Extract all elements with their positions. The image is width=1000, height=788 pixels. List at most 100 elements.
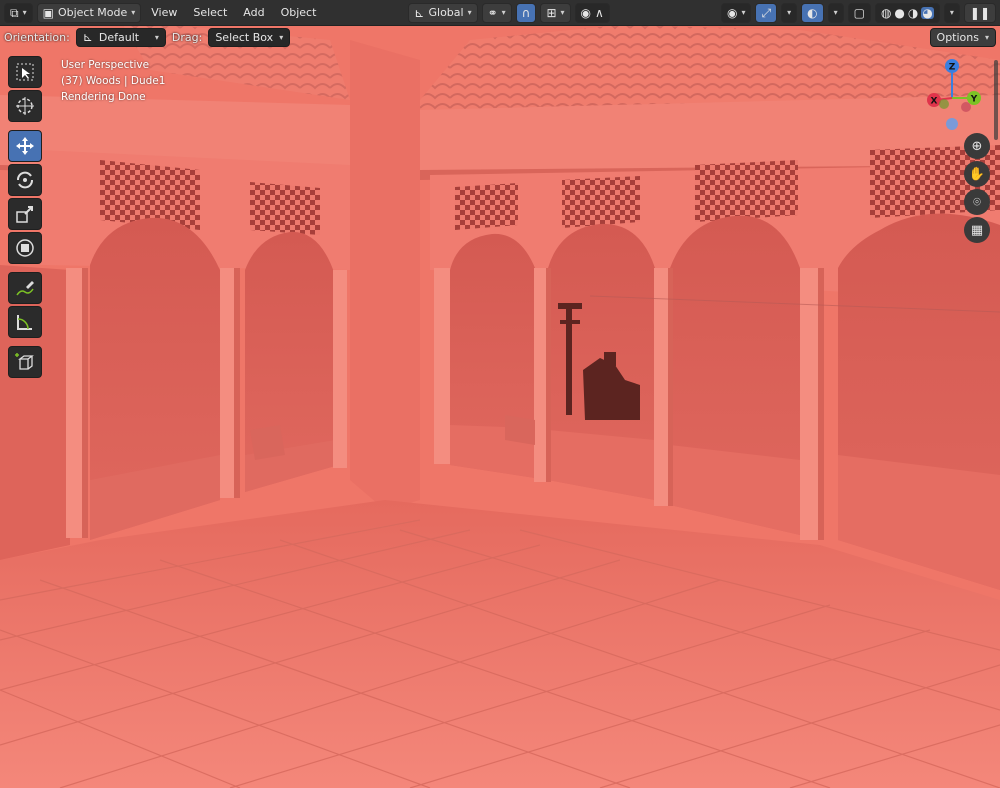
orientation-dropdown[interactable]: ⊾ Default ▾ [75, 27, 166, 47]
perspective-text: User Perspective [61, 59, 150, 71]
chevron-down-icon: ▾ [131, 8, 136, 17]
rotate-tool[interactable] [8, 164, 42, 196]
menu-add[interactable]: Add [237, 3, 270, 23]
chevron-down-icon: ▾ [154, 32, 159, 42]
move-tool[interactable] [8, 130, 42, 162]
options-dropdown[interactable]: Options ▾ [929, 27, 996, 47]
add-cube-tool[interactable] [8, 346, 42, 378]
axis-x-label: X [931, 97, 938, 107]
axis-neg-x-icon[interactable] [961, 102, 971, 112]
chevron-down-icon: ▾ [279, 32, 284, 42]
drag-label: Drag: [171, 30, 203, 44]
xray-icon: ▢ [853, 5, 865, 20]
shading-dropdown[interactable]: ▾ [943, 2, 960, 23]
chevron-down-icon: ▾ [949, 8, 954, 17]
wireframe-shading-icon[interactable]: ◍ [881, 7, 891, 19]
pan-button[interactable]: ✋ [964, 161, 990, 187]
measure-icon [17, 315, 32, 330]
cursor-tool[interactable] [8, 90, 42, 122]
annotate-tool[interactable] [8, 272, 42, 304]
render-status-text: Rendering Done [61, 91, 146, 103]
axis-neg-y-icon[interactable] [939, 99, 949, 109]
grid-icon: ▦ [970, 222, 984, 238]
measure-tool[interactable] [8, 306, 42, 338]
options-label: Options [936, 30, 979, 44]
axis-y-label: Y [970, 95, 978, 105]
tool-settings-bar: Orientation: ⊾ Default ▾ Drag: Select Bo… [0, 26, 1000, 48]
pivot-icon: ⚭ [487, 5, 498, 20]
view3d-icon: ⧉ [10, 5, 19, 20]
visibility-dropdown[interactable]: ◉ ▾ [720, 2, 752, 23]
toolbar [8, 56, 46, 380]
collection-text: (37) Woods | Dude1 [61, 75, 166, 87]
transform-icon [16, 239, 34, 257]
scale-tool[interactable] [8, 198, 42, 230]
hand-icon: ✋ [968, 166, 986, 182]
menu-select[interactable]: Select [187, 3, 233, 23]
pivot-point-dropdown[interactable]: ⚭ ▾ [481, 2, 512, 23]
chevron-down-icon: ▾ [501, 8, 506, 17]
zoom-button[interactable]: ⊕ [964, 133, 990, 159]
gizmo-icon: ⤢ [761, 5, 772, 20]
overlays-dropdown[interactable]: ▾ [827, 2, 844, 23]
drag-dropdown[interactable]: Select Box ▾ [208, 27, 291, 47]
material-shading-icon[interactable]: ◑ [908, 7, 918, 19]
shading-buttons[interactable]: ◍ ● ◑ ◕ [874, 2, 940, 23]
menu-object[interactable]: Object [275, 3, 323, 23]
transform-tool[interactable] [8, 232, 42, 264]
rendered-scene [0, 0, 1000, 788]
scale-icon [16, 206, 33, 223]
camera-view-button[interactable]: ⌾ [964, 189, 990, 215]
gizmo-dropdown[interactable]: ▾ [781, 2, 798, 23]
overlays-toggle[interactable]: ◐ [801, 2, 824, 23]
snap-toggle[interactable]: ∩ [515, 2, 537, 23]
perspective-toggle-button[interactable]: ▦ [964, 217, 990, 243]
transform-orientation-label: Global [428, 6, 464, 19]
solid-shading-icon[interactable]: ● [894, 7, 904, 19]
navigation-gizmo[interactable]: Z Y X [918, 56, 988, 136]
drag-value: Select Box [215, 30, 274, 44]
orientation-value: Default [98, 30, 140, 44]
zoom-icon: ⊕ [971, 138, 983, 154]
rotate-icon [17, 171, 33, 189]
eye-icon: ◉ [726, 5, 738, 20]
proportional-edit-icon: ◉ [580, 5, 592, 20]
viewport-header: ⧉ ▾ ▣ Object Mode ▾ View Select Add Obje… [0, 0, 1000, 26]
select-box-tool[interactable] [8, 56, 42, 88]
camera-icon: ⌾ [973, 194, 981, 210]
magnet-icon: ∩ [521, 5, 531, 20]
mode-dropdown[interactable]: ▣ Object Mode ▾ [36, 2, 142, 23]
pause-icon: ❚❚ [969, 5, 990, 20]
chevron-down-icon: ▾ [984, 32, 989, 42]
object-mode-icon: ▣ [42, 5, 54, 20]
editor-type-button[interactable]: ⧉ ▾ [4, 2, 33, 23]
annotate-icon [16, 281, 34, 296]
overlays-icon: ◐ [807, 5, 818, 20]
add-cube-icon [15, 353, 34, 370]
chevron-down-icon: ▾ [560, 8, 565, 17]
orientation-icon: ⊾ [414, 5, 425, 20]
3d-viewport[interactable] [0, 0, 1000, 788]
axis-neg-z-icon[interactable] [946, 118, 958, 130]
xray-toggle[interactable]: ▢ [847, 2, 871, 23]
chevron-down-icon: ▾ [741, 8, 746, 17]
viewport-info: User Perspective (37) Woods | Dude1 Rend… [61, 57, 165, 105]
pause-render-button[interactable]: ❚❚ [963, 2, 996, 23]
chevron-down-icon: ▾ [22, 8, 27, 17]
transform-orientation-dropdown[interactable]: ⊾ Global ▾ [408, 2, 478, 23]
blender-window: ⧉ ▾ ▣ Object Mode ▾ View Select Add Obje… [0, 0, 1000, 788]
gizmo-toggle[interactable]: ⤢ [755, 2, 778, 23]
move-icon [16, 137, 34, 155]
rendered-shading-icon[interactable]: ◕ [921, 6, 934, 19]
chevron-down-icon: ▾ [833, 8, 838, 17]
orientation-label: Orientation: [4, 30, 70, 44]
snap-increment-icon: ⊞ [546, 5, 557, 20]
cursor-icon [16, 97, 34, 115]
proportional-edit-toggle[interactable]: ◉ ∧ [574, 2, 610, 23]
snap-target-dropdown[interactable]: ⊞ ▾ [540, 2, 571, 23]
menu-view[interactable]: View [145, 3, 183, 23]
axis-z-label: Z [949, 63, 956, 73]
orientation-icon: ⊾ [82, 30, 93, 44]
chevron-down-icon: ▾ [467, 8, 472, 17]
viewport-scrollbar[interactable] [994, 60, 998, 140]
